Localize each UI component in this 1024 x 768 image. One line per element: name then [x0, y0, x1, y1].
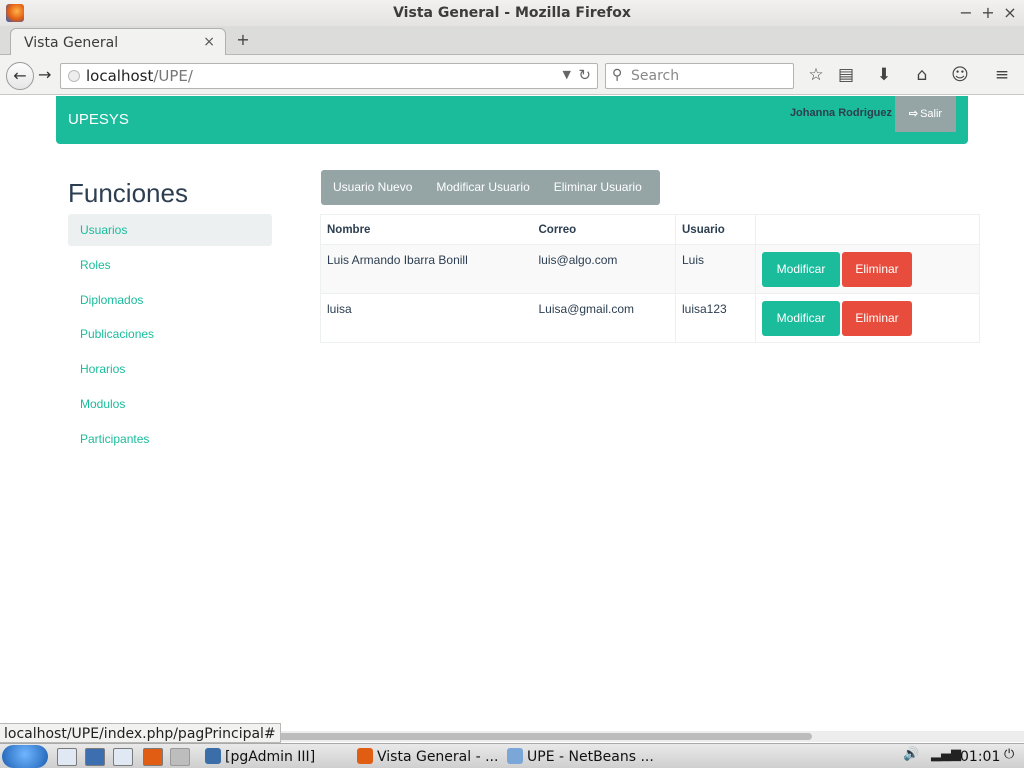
logout-label: Salir: [920, 108, 943, 120]
cell-correo: luis@algo.com: [532, 244, 676, 294]
firefox-icon: [357, 748, 373, 764]
workspace-switcher[interactable]: [170, 748, 190, 766]
elephant-icon: [205, 748, 221, 764]
power-icon[interactable]: ⏻: [1004, 747, 1014, 762]
sidebar-item-roles[interactable]: Roles: [68, 249, 272, 281]
tab-strip: Vista General ×: [0, 26, 1024, 56]
site-info-icon[interactable]: [68, 70, 80, 82]
task-label: Vista General - ...: [377, 749, 499, 765]
arrow-left-icon: ←: [13, 66, 27, 85]
table-row: Luis Armando Ibarra Bonill luis@algo.com…: [320, 244, 980, 294]
sign-out-icon: ⇨: [908, 108, 919, 120]
bookmarks-list-icon[interactable]: ▤: [835, 64, 857, 86]
tab-label: Vista General: [24, 35, 119, 51]
task-netbeans[interactable]: UPE - NetBeans ...: [507, 746, 654, 768]
navigation-toolbar: ← → localhost/UPE/ ▼ ↻ ⚲ Search ☆ ▤ ⬇ ⌂ …: [0, 55, 1024, 95]
maximize-button[interactable]: +: [979, 3, 997, 22]
user-actions-toolbar: Usuario Nuevo Modificar Usuario Eliminar…: [321, 170, 660, 205]
row-modify-button[interactable]: Modificar: [762, 252, 840, 287]
search-icon: ⚲: [612, 67, 623, 83]
volume-icon[interactable]: 🔊: [903, 747, 919, 762]
task-pgadmin[interactable]: [pgAdmin III]: [205, 746, 315, 768]
task-firefox[interactable]: Vista General - ...: [357, 746, 498, 768]
search-placeholder: Search: [631, 68, 680, 84]
url-bar[interactable]: localhost/UPE/ ▼ ↻: [60, 63, 598, 89]
file-manager-launcher-icon[interactable]: [57, 748, 77, 766]
sidebar-item-publicaciones[interactable]: Publicaciones: [68, 318, 272, 350]
url-text[interactable]: localhost/UPE/: [86, 67, 193, 85]
row-delete-button[interactable]: Eliminar: [842, 301, 912, 336]
column-header-nombre: Nombre: [320, 214, 533, 245]
firefox-logo-icon: [6, 4, 24, 22]
new-tab-button[interactable]: +: [236, 30, 250, 49]
cell-nombre: luisa: [320, 293, 533, 343]
cell-usuario: luisa123: [675, 293, 756, 343]
desktop-launcher-icon[interactable]: [113, 748, 133, 766]
page-content: UPESYS Johanna Rodriguez ⇨ Salir Funcione…: [0, 96, 1024, 730]
new-user-button[interactable]: Usuario Nuevo: [321, 170, 424, 205]
status-url-tooltip: localhost/UPE/index.php/pagPrincipal#: [0, 723, 281, 743]
history-dropdown-icon[interactable]: ▼: [563, 68, 571, 81]
users-table: Nombre Correo Usuario Luis Armando Ibarr…: [320, 214, 980, 343]
cell-usuario: Luis: [675, 244, 756, 294]
logout-button[interactable]: ⇨ Salir: [895, 96, 956, 132]
network-signal-icon[interactable]: ▂▄▆: [931, 747, 961, 762]
column-header-actions: [755, 214, 980, 245]
forward-button[interactable]: →: [38, 65, 51, 84]
table-header-row: Nombre Correo Usuario: [320, 214, 980, 245]
home-icon[interactable]: ⌂: [911, 64, 933, 86]
close-tab-icon[interactable]: ×: [203, 34, 215, 50]
delete-user-button[interactable]: Eliminar Usuario: [542, 170, 654, 205]
current-user-name: Johanna Rodriguez: [789, 107, 892, 119]
column-header-correo: Correo: [532, 214, 676, 245]
sidebar-item-horarios[interactable]: Horarios: [68, 353, 272, 385]
back-button[interactable]: ←: [6, 62, 34, 90]
sidebar-item-modulos[interactable]: Modulos: [68, 388, 272, 420]
cell-correo: Luisa@gmail.com: [532, 293, 676, 343]
bookmark-star-icon[interactable]: ☆: [805, 64, 827, 86]
firefox-launcher-icon[interactable]: [143, 748, 163, 766]
desktop-taskbar: [pgAdmin III] Vista General - ... UPE - …: [0, 743, 1024, 768]
search-bar[interactable]: ⚲ Search: [605, 63, 794, 89]
row-delete-button[interactable]: Eliminar: [842, 252, 912, 287]
start-menu-button[interactable]: [2, 745, 48, 768]
window-title: Vista General - Mozilla Firefox: [393, 5, 631, 21]
sidebar-item-diplomados[interactable]: Diplomados: [68, 284, 272, 316]
cell-actions: Modificar Eliminar: [755, 244, 980, 294]
hello-chat-icon[interactable]: ☺: [949, 64, 971, 86]
sidebar-title: Funciones: [68, 178, 188, 208]
scrollbar-thumb[interactable]: [278, 733, 812, 740]
modify-user-button[interactable]: Modificar Usuario: [424, 170, 541, 205]
network-launcher-icon[interactable]: [85, 748, 105, 766]
reload-icon[interactable]: ↻: [578, 66, 591, 84]
close-window-button[interactable]: ×: [1001, 3, 1019, 22]
sidebar-item-participantes[interactable]: Participantes: [68, 423, 272, 455]
menu-icon[interactable]: ≡: [991, 64, 1013, 86]
brand-link[interactable]: UPESYS: [68, 111, 129, 128]
column-header-usuario: Usuario: [675, 214, 756, 245]
table-row: luisa Luisa@gmail.com luisa123 Modificar…: [320, 293, 980, 343]
window-titlebar: Vista General - Mozilla Firefox − + ×: [0, 0, 1024, 26]
app-navbar: UPESYS Johanna Rodriguez ⇨ Salir: [56, 96, 968, 144]
clock[interactable]: 01:01: [960, 746, 1000, 768]
task-label: [pgAdmin III]: [225, 749, 316, 765]
task-label: UPE - NetBeans ...: [527, 749, 654, 765]
cell-nombre: Luis Armando Ibarra Bonill: [320, 244, 533, 294]
sidebar-item-usuarios[interactable]: Usuarios: [68, 214, 272, 246]
tab-vista-general[interactable]: Vista General ×: [10, 28, 226, 56]
downloads-icon[interactable]: ⬇: [873, 64, 895, 86]
minimize-button[interactable]: −: [957, 3, 975, 22]
row-modify-button[interactable]: Modificar: [762, 301, 840, 336]
netbeans-cube-icon: [507, 748, 523, 764]
cell-actions: Modificar Eliminar: [755, 293, 980, 343]
